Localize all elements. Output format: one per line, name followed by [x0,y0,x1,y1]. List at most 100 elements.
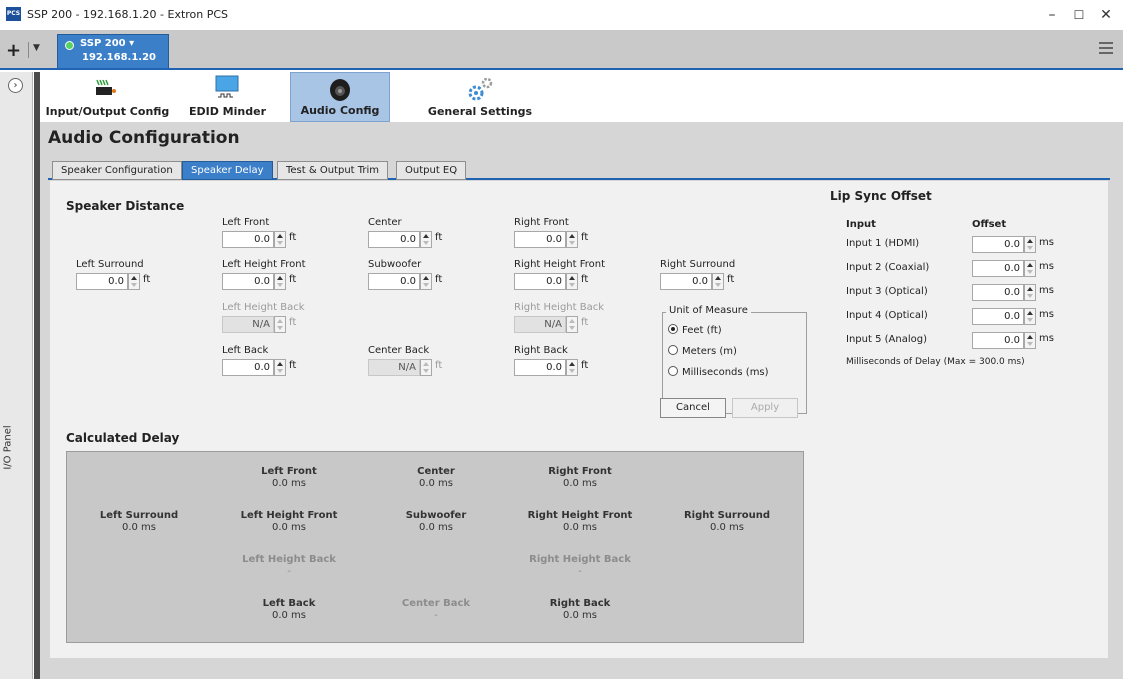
spinner-arrows[interactable] [1024,236,1036,253]
right-back-label: Right Back [514,345,568,356]
delay-value: 0.0 ms [271,610,307,621]
offset-input[interactable]: 0.0 [972,236,1024,253]
close-button[interactable]: ✕ [1091,4,1121,26]
toolbar-io-config[interactable]: Input/Output Config [40,72,175,122]
right-front-input[interactable]: 0.0 [514,231,566,248]
unit-label: ft [143,274,151,285]
tab-speaker-configuration[interactable]: Speaker Configuration [52,161,182,180]
lip-sync-input-header: Input [846,219,876,230]
unit-label: ms [1039,333,1054,344]
delay-label: Center Back [401,598,471,609]
calculated-delay-grid: Left Front 0.0 ms Center 0.0 ms Right Fr… [66,451,804,643]
left-surround-input[interactable]: 0.0 [76,273,128,290]
expand-panel-icon[interactable]: › [8,78,23,93]
device-ip: 192.168.1.20 [82,52,157,63]
delay-label: Right Height Front [527,510,633,521]
unit-label: ms [1039,309,1054,320]
toolbar-edid-minder[interactable]: EDID Minder [180,72,275,122]
menu-icon[interactable] [1099,42,1113,54]
spinner-arrows[interactable] [274,231,286,248]
minimize-button[interactable]: – [1037,4,1067,26]
delay-center-back: Center Back - [366,598,506,621]
radio-label: Feet (ft) [682,325,722,336]
subwoofer-input[interactable]: 0.0 [368,273,420,290]
spinner-arrows[interactable] [712,273,724,290]
spinner-arrows[interactable] [566,231,578,248]
right-height-front-label: Right Height Front [514,259,606,270]
chevron-down-icon[interactable]: ▼ [33,43,40,53]
delay-left-surround: Left Surround 0.0 ms [69,510,209,533]
right-surround-input[interactable]: 0.0 [660,273,712,290]
delay-left-height-back: Left Height Back - [219,554,359,577]
lip-sync-note: Milliseconds of Delay (Max = 300.0 ms) [846,357,1025,367]
radio-icon[interactable] [668,366,678,376]
spinner-arrows[interactable] [566,273,578,290]
delay-right-surround: Right Surround 0.0 ms [657,510,797,533]
radio-feet[interactable]: Feet (ft) [668,324,722,336]
app-logo: PCS [6,7,21,21]
device-tab-ssp200[interactable]: SSP 200 ▾ 192.168.1.20 [57,34,169,68]
left-front-label: Left Front [222,217,270,228]
delay-value: 0.0 ms [121,522,157,533]
add-device-button[interactable]: + [6,40,21,61]
offset-input[interactable]: 0.0 [972,260,1024,277]
spinner-arrows [274,316,286,333]
window-title-bar: PCS SSP 200 - 192.168.1.20 - Extron PCS … [0,0,1123,30]
window-title: SSP 200 - 192.168.1.20 - Extron PCS [27,8,229,21]
delay-value: 0.0 ms [562,522,598,533]
delay-value: 0.0 ms [418,522,454,533]
unit-label: ft [581,232,589,243]
spinner-arrows[interactable] [274,359,286,376]
left-height-front-input[interactable]: 0.0 [222,273,274,290]
spinner-arrows[interactable] [1024,332,1036,349]
offset-input[interactable]: 0.0 [972,332,1024,349]
delay-label: Right Front [548,466,612,477]
tab-test-output-trim[interactable]: Test & Output Trim [277,161,389,180]
status-led-icon [65,41,74,50]
spinner-arrows[interactable] [1024,260,1036,277]
delay-right-front: Right Front 0.0 ms [510,466,650,489]
offset-input[interactable]: 0.0 [972,308,1024,325]
spinner-arrows[interactable] [274,273,286,290]
io-panel-label[interactable]: I/O Panel [3,425,14,469]
apply-button[interactable]: Apply [732,398,798,418]
tab-output-eq[interactable]: Output EQ [396,161,467,180]
tab-speaker-delay[interactable]: Speaker Delay [182,161,273,180]
left-back-input[interactable]: 0.0 [222,359,274,376]
spinner-arrows[interactable] [420,273,432,290]
page-title: Audio Configuration [48,128,240,148]
spinner-arrows[interactable] [420,231,432,248]
spinner-arrows[interactable] [1024,284,1036,301]
right-height-back-label: Right Height Back [514,302,605,313]
edid-monitor-icon [215,75,239,98]
maximize-button[interactable]: ☐ [1064,4,1094,26]
speaker-delay-panel: Speaker Distance Left Front 0.0 ft Cente… [50,181,1108,658]
device-name: SSP 200 ▾ [80,38,135,49]
right-height-front-input[interactable]: 0.0 [514,273,566,290]
offset-input[interactable]: 0.0 [972,284,1024,301]
delay-label: Right Height Back [529,554,631,565]
radio-selected-icon[interactable] [668,324,678,334]
spinner-arrows[interactable] [1024,308,1036,325]
center-back-label: Center Back [368,345,430,356]
left-front-input[interactable]: 0.0 [222,231,274,248]
delay-left-back: Left Back 0.0 ms [219,598,359,621]
right-front-label: Right Front [514,217,569,228]
center-input[interactable]: 0.0 [368,231,420,248]
spinner-arrows[interactable] [128,273,140,290]
toolbar-audio-config[interactable]: Audio Config [290,72,390,122]
cancel-button[interactable]: Cancel [660,398,726,418]
lip-sync-offset-header: Offset [972,219,1007,230]
lip-sync-input-label: Input 1 (HDMI) [846,238,920,249]
toolbar-label: Input/Output Config [45,105,170,118]
spinner-arrows [420,359,432,376]
toolbar-general-settings[interactable]: General Settings [425,72,535,122]
radio-icon[interactable] [668,345,678,355]
delay-label: Left Height Front [240,510,338,521]
lip-sync-input-label: Input 5 (Analog) [846,334,927,345]
right-back-input[interactable]: 0.0 [514,359,566,376]
radio-meters[interactable]: Meters (m) [668,345,737,357]
spinner-arrows[interactable] [566,359,578,376]
radio-milliseconds[interactable]: Milliseconds (ms) [668,366,769,378]
delay-value: 0.0 ms [562,478,598,489]
